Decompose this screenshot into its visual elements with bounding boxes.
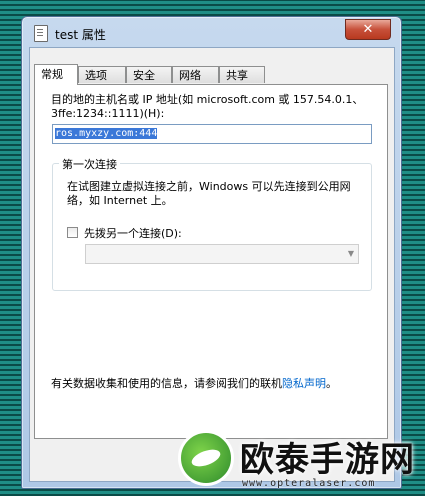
tab-security[interactable]: 安全	[126, 66, 172, 83]
privacy-notice: 有关数据收集和使用的信息，请参阅我们的联机隐私声明。	[51, 375, 337, 391]
title-bar[interactable]: test 属性 ✕	[22, 17, 401, 47]
document-icon	[34, 25, 48, 42]
connection-select[interactable]: ▼	[85, 244, 359, 264]
general-panel: 目的地的主机名或 IP 地址(如 microsoft.com 或 157.54.…	[34, 84, 388, 439]
first-connect-description: 在试图建立虚拟连接之前，Windows 可以先连接到公用网络，如 Interne…	[67, 180, 351, 207]
dial-first-checkbox[interactable]	[67, 227, 78, 238]
dialog-client: 常规 选项 安全 网络 共享 目的地的主机名或 IP 地址(如 microsof…	[29, 47, 395, 482]
watermark-brand: 欧泰手游网	[240, 440, 415, 480]
host-value: ros.myxzy.com:444	[55, 128, 158, 139]
privacy-link[interactable]: 隐私声明	[282, 377, 326, 390]
watermark-url: www.opteralaser.com	[242, 478, 376, 489]
tab-options[interactable]: 选项	[78, 66, 126, 83]
watermark-logo-icon	[178, 430, 234, 486]
host-description: 目的地的主机名或 IP 地址(如 microsoft.com 或 157.54.…	[51, 93, 364, 120]
first-connect-title: 第一次连接	[59, 156, 120, 172]
privacy-suffix: 。	[326, 377, 337, 390]
window-title: test 属性	[55, 28, 106, 42]
close-button[interactable]: ✕	[345, 19, 391, 40]
host-input[interactable]: ros.myxzy.com:444	[52, 124, 372, 144]
tab-general[interactable]: 常规	[34, 64, 78, 85]
privacy-text: 有关数据收集和使用的信息，请参阅我们的联机	[51, 377, 282, 390]
dial-first-label[interactable]: 先拨另一个连接(D):	[84, 225, 182, 241]
first-connect-group: 第一次连接 在试图建立虚拟连接之前，Windows 可以先连接到公用网络，如 I…	[52, 156, 372, 291]
tab-sharing[interactable]: 共享	[219, 66, 265, 83]
properties-window: test 属性 ✕ 常规 选项 安全 网络 共享 目的地的主机名或 IP 地址(…	[21, 16, 402, 489]
tab-networking[interactable]: 网络	[172, 66, 219, 83]
chevron-down-icon: ▼	[347, 249, 354, 258]
